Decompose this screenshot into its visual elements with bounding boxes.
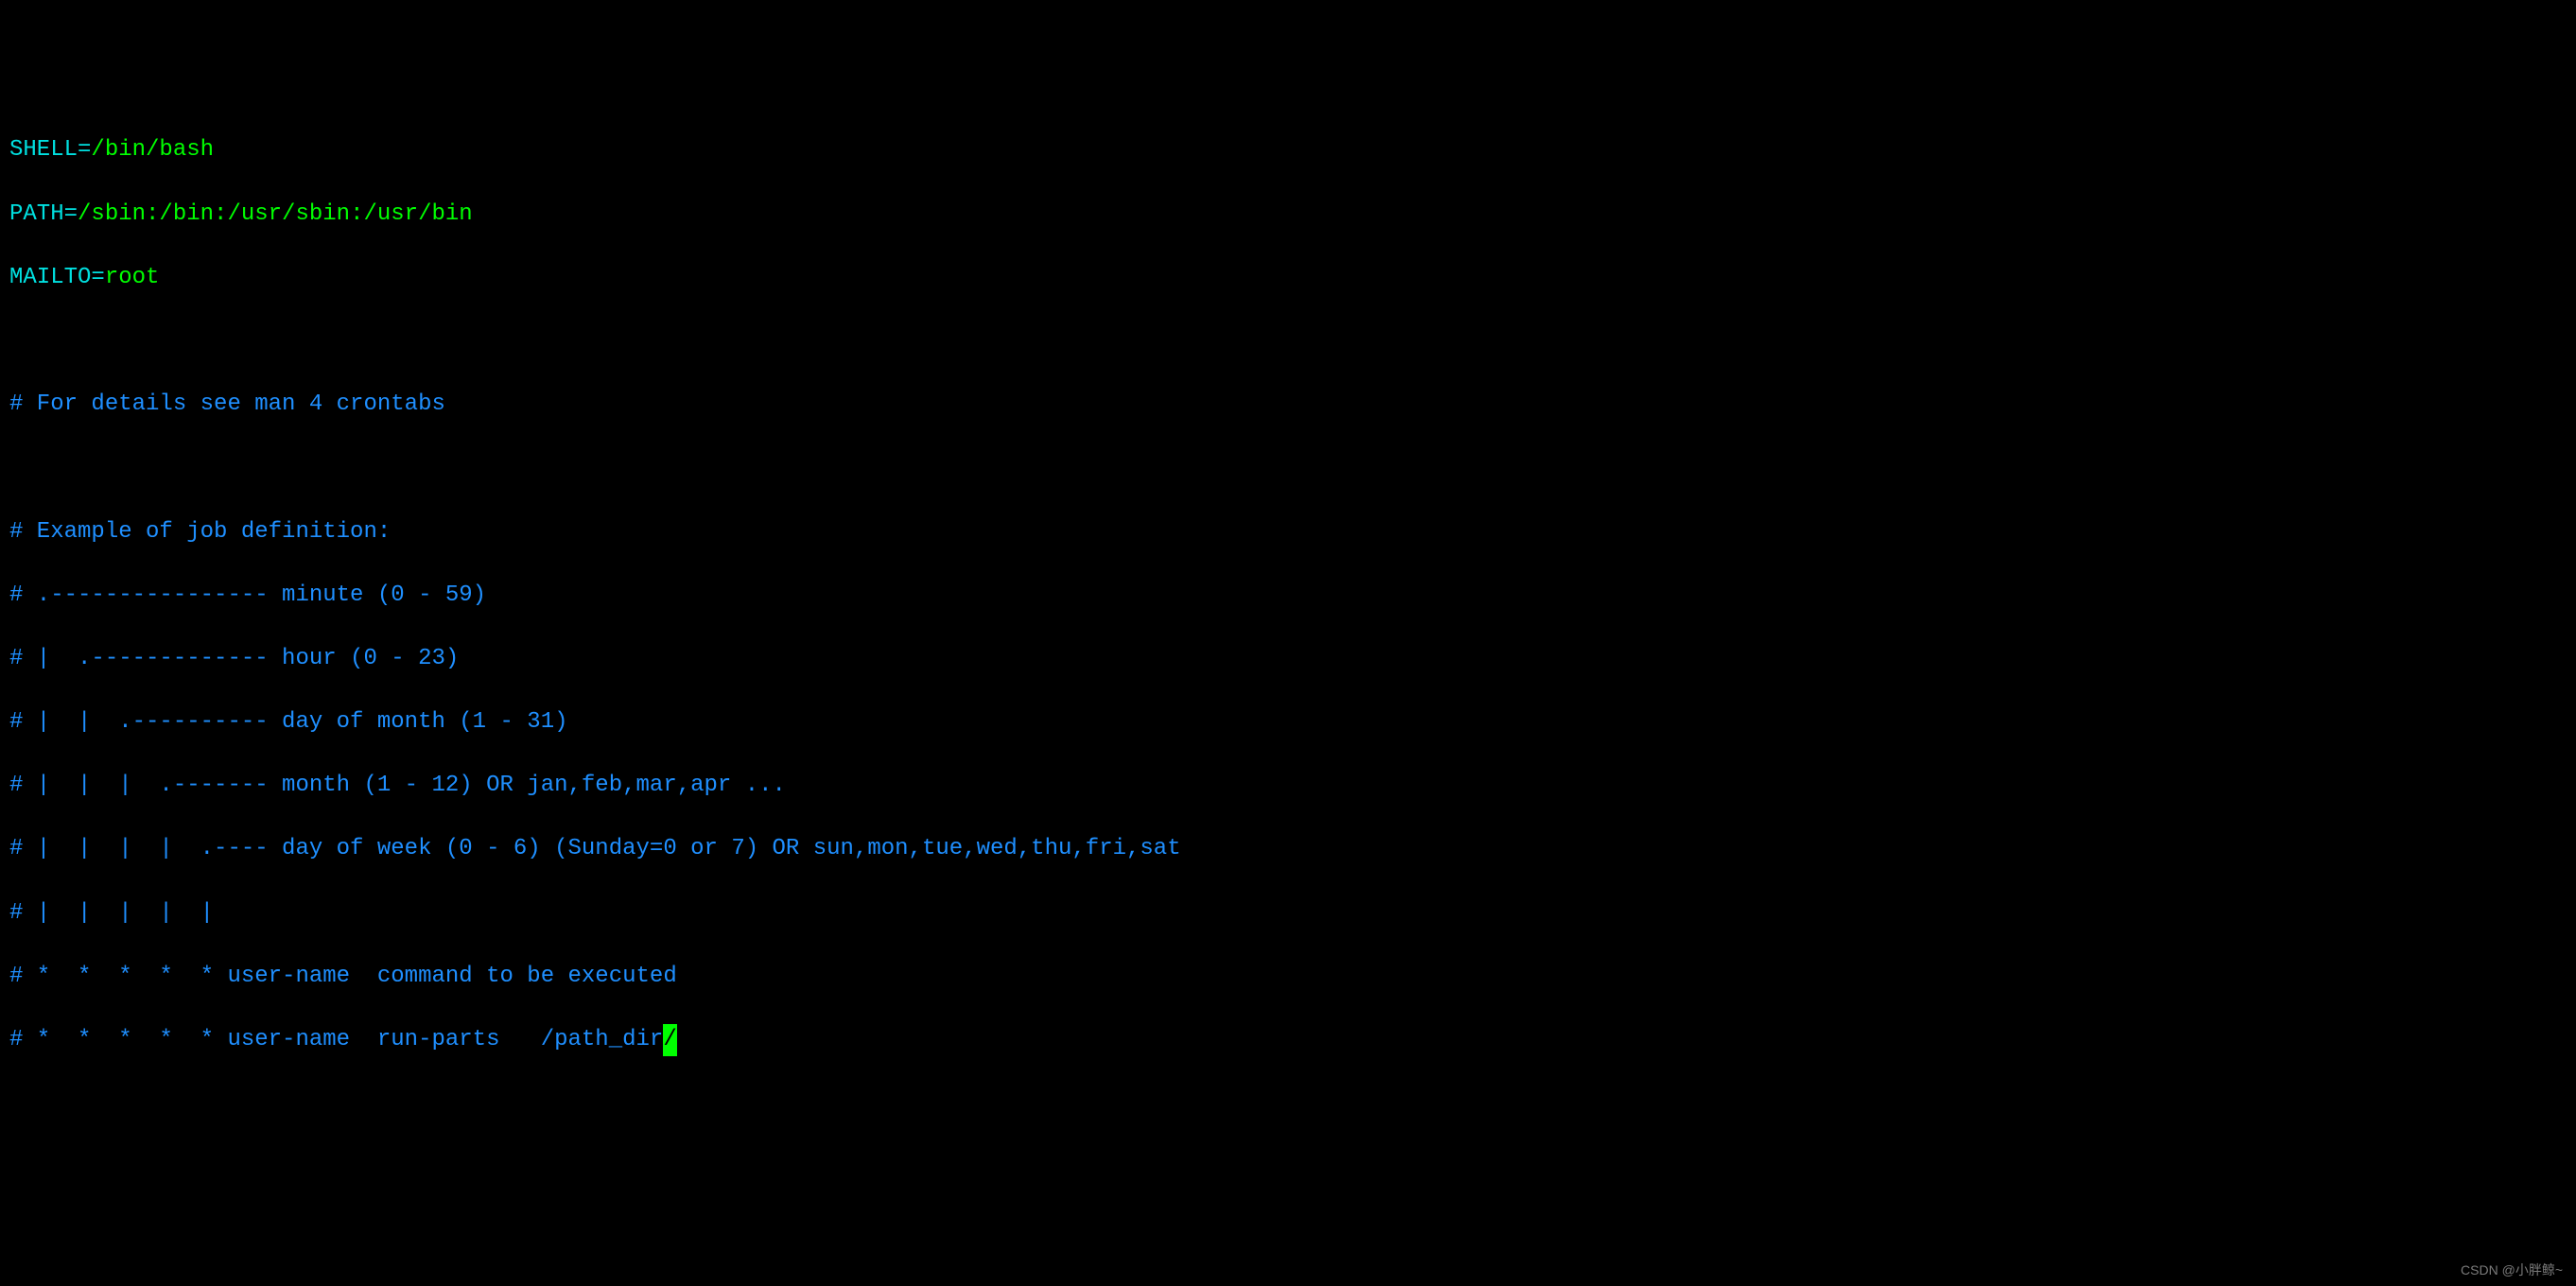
env-shell-line: SHELL=/bin/bash	[9, 134, 2567, 166]
comment-details: # For details see man 4 crontabs	[9, 389, 2567, 421]
comment-month: # | | | .------- month (1 - 12) OR jan,f…	[9, 770, 2567, 802]
shell-key: SHELL	[9, 137, 78, 163]
mailto-value: root	[105, 265, 160, 290]
shell-sep: =	[78, 137, 91, 163]
comment-example-header: # Example of job definition:	[9, 516, 2567, 548]
runparts-prefix: # * * * * * user-name run-parts /path_di…	[9, 1027, 663, 1052]
comment-pipes: # | | | | |	[9, 897, 2567, 930]
shell-value: /bin/bash	[91, 137, 214, 163]
env-mailto-line: MAILTO=root	[9, 262, 2567, 294]
watermark-text: CSDN @小胖鲸~	[2461, 1261, 2563, 1280]
path-sep: =	[64, 201, 78, 227]
cursor-icon: /	[663, 1024, 676, 1056]
comment-minute: # .---------------- minute (0 - 59)	[9, 580, 2567, 612]
blank-line	[9, 452, 2567, 484]
mailto-sep: =	[91, 265, 104, 290]
path-key: PATH	[9, 201, 64, 227]
comment-day-of-month: # | | .---------- day of month (1 - 31)	[9, 706, 2567, 739]
comment-hour: # | .------------- hour (0 - 23)	[9, 643, 2567, 675]
comment-command-template: # * * * * * user-name command to be exec…	[9, 961, 2567, 993]
blank-line	[9, 325, 2567, 357]
comment-runparts-line[interactable]: # * * * * * user-name run-parts /path_di…	[9, 1024, 2567, 1056]
path-value: /sbin:/bin:/usr/sbin:/usr/bin	[78, 201, 473, 227]
mailto-key: MAILTO	[9, 265, 91, 290]
env-path-line: PATH=/sbin:/bin:/usr/sbin:/usr/bin	[9, 199, 2567, 231]
